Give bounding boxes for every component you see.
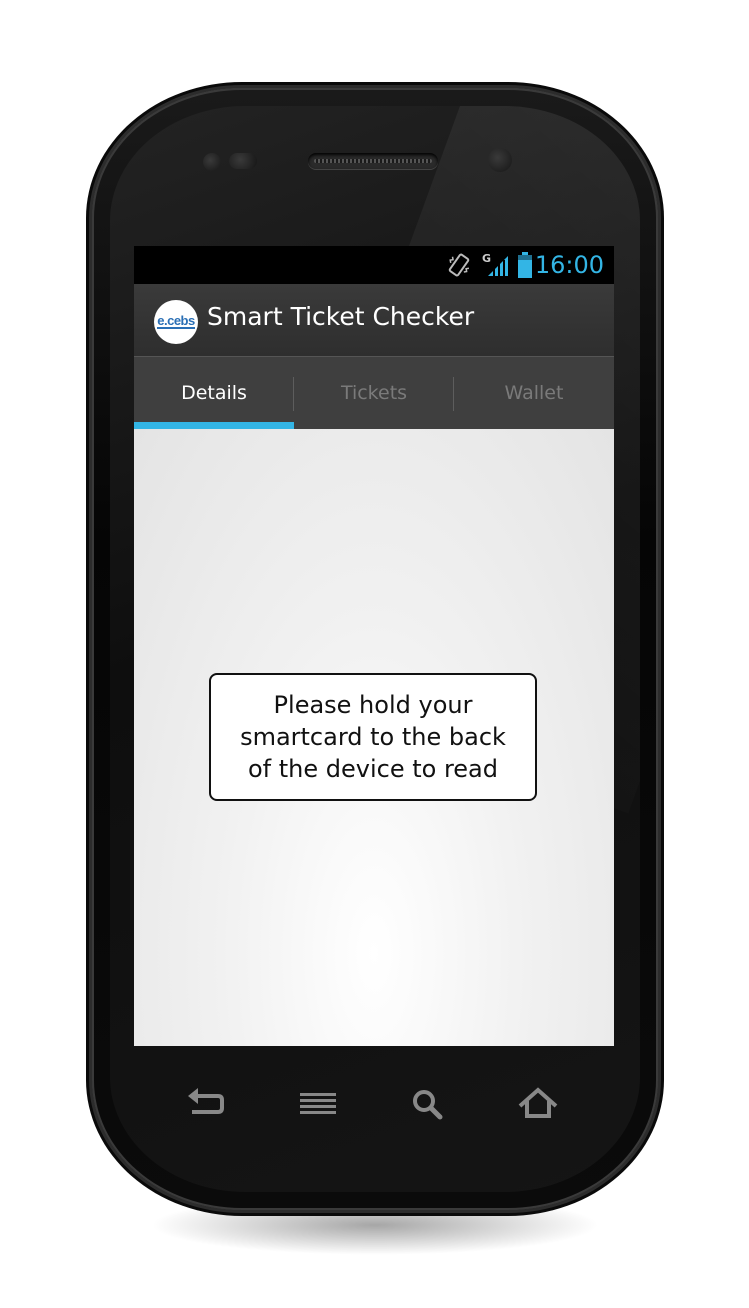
menu-icon[interactable] — [296, 1082, 340, 1126]
battery-icon — [518, 252, 532, 282]
tab-bar: Details Tickets Wallet — [134, 357, 614, 429]
home-icon[interactable] — [516, 1082, 560, 1126]
front-camera — [488, 148, 512, 172]
tab-wallet[interactable]: Wallet — [454, 357, 614, 429]
earpiece-speaker — [308, 153, 438, 169]
screen: G 16:00 e.cebs Smart Ticket Checker Deta — [134, 246, 614, 1046]
proximity-sensor — [203, 153, 221, 171]
tab-label: Wallet — [504, 382, 564, 404]
light-sensor — [229, 153, 257, 169]
clock: 16:00 — [534, 251, 604, 279]
vibrate-icon — [446, 252, 472, 282]
status-bar: G 16:00 — [134, 246, 614, 284]
signal-icon — [486, 254, 510, 282]
app-logo[interactable]: e.cebs — [154, 300, 198, 344]
logo-text: e.cebs — [157, 313, 195, 329]
tab-tickets[interactable]: Tickets — [294, 357, 454, 429]
instruction-message: Please hold your smartcard to the back o… — [209, 673, 537, 801]
details-content: Please hold your smartcard to the back o… — [134, 429, 614, 1046]
tab-details[interactable]: Details — [134, 357, 294, 429]
navigation-bar — [134, 1070, 614, 1140]
back-icon[interactable] — [184, 1082, 228, 1126]
search-icon[interactable] — [406, 1082, 450, 1126]
tab-label: Tickets — [340, 382, 408, 404]
tab-label: Details — [181, 382, 247, 404]
action-bar: e.cebs Smart Ticket Checker — [134, 284, 614, 357]
app-title: Smart Ticket Checker — [207, 302, 475, 331]
